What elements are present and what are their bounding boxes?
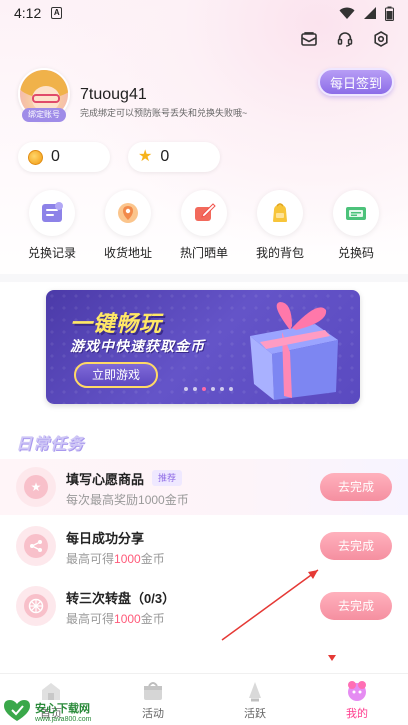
status-time: 4:12 xyxy=(14,5,42,21)
task-sub-suffix: 金币 xyxy=(140,552,165,566)
wishlist-icon: ★ xyxy=(24,475,48,499)
task-sub-amount: 1000 xyxy=(114,552,141,566)
task-sub-amount: 1000 xyxy=(138,493,165,507)
coin-balance-card[interactable]: 0 xyxy=(18,142,110,172)
pagination-dot[interactable] xyxy=(184,387,188,391)
task-title: 每日成功分享 xyxy=(66,531,145,546)
redeem-code-icon xyxy=(346,207,366,220)
task-row-wheel: 转三次转盘（0/3） 最高可得1000金币 去完成 xyxy=(0,578,408,634)
pagination-dot[interactable] xyxy=(193,387,197,391)
task-title: 填写心愿商品 xyxy=(66,472,145,487)
pagination-dot-active[interactable] xyxy=(202,387,206,391)
task-sub-prefix: 最高可得 xyxy=(66,612,115,626)
address-icon xyxy=(118,203,138,223)
bind-account-badge[interactable]: 绑定账号 xyxy=(22,108,66,122)
task-sub-prefix: 最高可得 xyxy=(66,552,115,566)
share-icon xyxy=(24,534,48,558)
tab-activity[interactable]: 活动 xyxy=(102,674,204,725)
coin-balance: 0 xyxy=(51,148,60,165)
banner-title: 一键畅玩 xyxy=(70,311,163,336)
annotation-marker xyxy=(328,655,336,661)
promo-banner[interactable]: 一键畅玩 游戏中快速获取金币 立即游戏 xyxy=(46,290,360,404)
mail-icon[interactable] xyxy=(300,30,318,48)
section-divider xyxy=(0,274,408,282)
quick-menu-label: 兑换记录 xyxy=(27,246,76,260)
star-balance-card[interactable]: ★ 0 xyxy=(128,142,220,172)
quick-menu-label: 兑换码 xyxy=(337,246,374,260)
quick-menu-label: 收货地址 xyxy=(103,246,152,260)
task-sub-amount: 1000 xyxy=(114,612,141,626)
tab-active[interactable]: 活跃 xyxy=(204,674,306,725)
pagination-dot[interactable] xyxy=(229,387,233,391)
watermark-url: www.java800.com xyxy=(35,715,92,723)
daily-signin-button[interactable]: 每日签到 xyxy=(318,68,394,96)
pagination-dot[interactable] xyxy=(220,387,224,391)
active-icon xyxy=(241,679,269,703)
task-complete-button[interactable]: 去完成 xyxy=(320,473,392,501)
task-subtitle: 每次最高奖励1000金币 xyxy=(66,491,189,508)
tab-mine[interactable]: 我的 xyxy=(306,674,408,725)
banner-pagination xyxy=(184,387,233,391)
banner-play-button[interactable]: 立即游戏 xyxy=(74,362,158,388)
task-sub-suffix: 金币 xyxy=(164,493,189,507)
coin-icon xyxy=(28,149,43,165)
task-row-wishlist: ★ 填写心愿商品 推荐 每次最高奖励1000金币 去完成 xyxy=(0,459,408,515)
quick-menu-exchange-record[interactable]: 兑换记录 xyxy=(14,190,90,261)
wifi-icon xyxy=(339,7,355,19)
task-sub-prefix: 每次最高奖励 xyxy=(66,493,139,507)
username: 7tuoug41 xyxy=(80,86,147,103)
headset-icon[interactable] xyxy=(336,30,354,48)
signal-icon xyxy=(364,7,376,19)
quick-menu-label: 热门晒单 xyxy=(179,246,228,260)
quick-menu-label: 我的背包 xyxy=(255,246,304,260)
watermark-text: 安心下载网 xyxy=(35,702,90,715)
bind-tip: 完成绑定可以预防账号丢失和兑换失败哦~ xyxy=(80,108,248,118)
task-sub-suffix: 金币 xyxy=(140,612,165,626)
task-subtitle: 最高可得1000金币 xyxy=(66,610,165,627)
hot-share-icon xyxy=(195,203,216,221)
pagination-dot[interactable] xyxy=(211,387,215,391)
status-bar: 4:12 A xyxy=(0,0,408,26)
sim-icon: A xyxy=(51,7,63,19)
star-balance: 0 xyxy=(160,148,170,165)
task-complete-button[interactable]: 去完成 xyxy=(320,532,392,560)
mine-icon xyxy=(343,679,371,703)
recommend-tag: 推荐 xyxy=(152,470,183,486)
backpack-icon xyxy=(273,203,287,222)
tab-label: 活动 xyxy=(142,708,164,720)
settings-icon[interactable] xyxy=(372,30,390,48)
quick-menu-backpack[interactable]: 我的背包 xyxy=(242,190,318,261)
task-row-share: 每日成功分享 最高可得1000金币 去完成 xyxy=(0,518,408,574)
task-complete-button[interactable]: 去完成 xyxy=(320,592,392,620)
star-icon: ★ xyxy=(138,148,153,165)
wheel-icon xyxy=(24,594,48,618)
quick-menu-redeem-code[interactable]: 兑换码 xyxy=(318,190,394,261)
quick-menu-hot-share[interactable]: 热门晒单 xyxy=(166,190,242,261)
activity-icon xyxy=(139,679,167,703)
daily-tasks-title: 日常任务 xyxy=(16,436,85,453)
gift-box-icon xyxy=(250,302,338,400)
battery-icon xyxy=(385,6,394,21)
watermark: 安心下载网 www.java800.com xyxy=(2,699,91,723)
exchange-record-icon xyxy=(42,202,63,222)
quick-menu-address[interactable]: 收货地址 xyxy=(90,190,166,261)
status-right-icons xyxy=(339,6,394,21)
header-actions xyxy=(300,30,390,48)
watermark-logo-icon xyxy=(4,700,30,721)
tab-label: 活跃 xyxy=(244,708,266,720)
task-title: 转三次转盘（0/3） xyxy=(66,591,176,606)
quick-menu: 兑换记录 收货地址 热门晒单 我的背包 兑换码 xyxy=(0,190,408,261)
banner-subtitle: 游戏中快速获取金币 xyxy=(70,338,205,354)
task-subtitle: 最高可得1000金币 xyxy=(66,550,165,567)
tab-label: 我的 xyxy=(346,708,368,720)
